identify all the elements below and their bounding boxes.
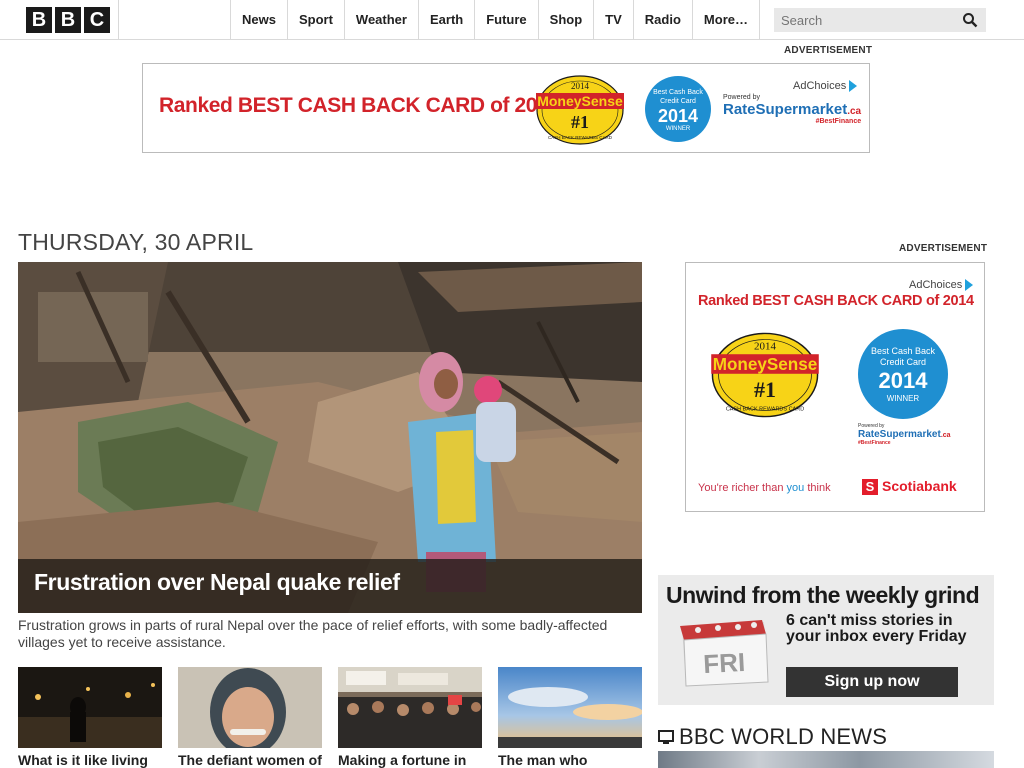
side-rsm-brand: RateSupermarket <box>858 429 941 440</box>
top-ad-label: ADVERTISEMENT <box>784 45 873 56</box>
side-ratesupermarket-logo: Powered by RateSupermarket.ca #BestFinan… <box>858 423 951 446</box>
side-ms-year: 2014 <box>754 340 777 352</box>
thumb-image-3 <box>338 667 482 748</box>
side-moneysense-badge: 2014 MoneySense #1 CASH BACK REWARDS CAR… <box>711 332 819 418</box>
search-icon[interactable] <box>962 12 978 28</box>
scotiabank-logo: S Scotiabank <box>862 478 957 495</box>
calendar-icon: FRI <box>680 620 769 687</box>
tagline-part-c: think <box>804 482 831 494</box>
world-news-title: BBC WORLD NEWS <box>679 724 888 749</box>
side-adchoices-label: AdChoices <box>909 279 963 291</box>
story-thumbnail-2[interactable] <box>178 667 322 748</box>
side-adchoices-icon <box>965 279 974 292</box>
thumb-image-4 <box>498 667 642 748</box>
main-nav: News Sport Weather Earth Future Shop TV … <box>230 0 760 40</box>
nav-item-radio[interactable]: Radio <box>632 0 692 40</box>
promo-subtitle: 6 can't miss stories in your inbox every… <box>786 612 967 645</box>
logo-letter-b1: B <box>26 7 52 33</box>
side-ms-rank: #1 <box>754 377 776 402</box>
hero-story[interactable]: Frustration over Nepal quake relief <box>18 262 642 613</box>
nav-item-more[interactable]: More… <box>691 0 760 40</box>
promo-title: Unwind from the weekly grind <box>666 582 980 608</box>
ms-rank: #1 <box>571 112 589 132</box>
nav-item-news[interactable]: News <box>230 0 287 40</box>
side-badge-year: 2014 <box>878 368 928 393</box>
search-input[interactable] <box>774 8 959 32</box>
logo-letter-c: C <box>84 7 110 33</box>
page-date: THURSDAY, 30 APRIL <box>18 229 254 255</box>
badge-line2: Credit Card <box>660 98 696 105</box>
side-rsm-hashtag: #BestFinance <box>858 440 891 446</box>
tagline-part-a: You're richer than <box>698 482 787 494</box>
scotiabank-brand: Scotiabank <box>882 478 957 494</box>
rsm-tld: .ca <box>847 106 862 117</box>
moneysense-badge: 2014 MoneySense #1 CASH BACK REWARDS CAR… <box>536 75 624 145</box>
hero-caption-overlay: Frustration over Nepal quake relief <box>18 559 642 613</box>
nav-item-sport[interactable]: Sport <box>286 0 344 40</box>
side-ad-headline: Ranked BEST CASH BACK CARD of 2014 <box>698 293 974 309</box>
world-news-header[interactable]: BBC WORLD NEWS <box>658 724 887 750</box>
hero-headline[interactable]: Frustration over Nepal quake relief <box>34 569 400 596</box>
nav-item-shop[interactable]: Shop <box>537 0 594 40</box>
side-ms-tag: CASH BACK REWARDS CARD <box>726 406 804 412</box>
powered-by-label: Powered by <box>723 94 760 101</box>
story-thumbnail-3[interactable] <box>338 667 482 748</box>
calendar-day-text: FRI <box>702 647 745 679</box>
nav-item-weather[interactable]: Weather <box>343 0 418 40</box>
newsletter-promo: Unwind from the weekly grind FRI 6 can't… <box>658 575 994 705</box>
nav-item-future[interactable]: Future <box>474 0 537 40</box>
scotiabank-tagline: You're richer than you think <box>698 482 831 494</box>
thumb-title-1[interactable]: What is it like living <box>18 752 148 768</box>
thumb-title-4[interactable]: The man who <box>498 752 587 768</box>
top-navigation-bar: B B C News Sport Weather Earth Future Sh… <box>0 0 1024 40</box>
thumb-title-2[interactable]: The defiant women of <box>178 752 322 768</box>
side-rsm-tld: .ca <box>940 432 951 439</box>
world-news-image[interactable] <box>658 751 994 768</box>
bbc-logo[interactable]: B B C <box>26 7 110 33</box>
nav-item-earth[interactable]: Earth <box>417 0 474 40</box>
side-adchoices-link[interactable]: AdChoices <box>909 279 974 292</box>
logo-letter-b2: B <box>55 7 81 33</box>
badge-tag: WINNER <box>665 126 691 132</box>
side-ad-label: ADVERTISEMENT <box>899 243 988 254</box>
ms-tag: CASH BACK REWARDS CARD <box>548 135 613 140</box>
ms-year: 2014 <box>571 81 590 91</box>
story-thumbnail-4[interactable] <box>498 667 642 748</box>
tagline-part-b: you <box>786 482 805 494</box>
hero-summary: Frustration grows in parts of rural Nepa… <box>18 617 608 650</box>
side-badge-line1: Best Cash Back <box>870 346 936 356</box>
side-ms-brand: MoneySense <box>713 355 818 374</box>
thumb-title-3[interactable]: Making a fortune in <box>338 752 466 768</box>
badge-year: 2014 <box>657 106 699 126</box>
nav-item-tv[interactable]: TV <box>593 0 633 40</box>
adchoices-label: AdChoices <box>793 80 847 92</box>
ms-brand: MoneySense <box>537 93 623 109</box>
best-cashback-badge: Best Cash Back Credit Card 2014 WINNER <box>645 76 711 142</box>
top-ad-headline: Ranked BEST CASH BACK CARD of 2014 <box>159 94 560 117</box>
badge-line1: Best Cash Back <box>653 89 703 96</box>
thumb-image-2 <box>178 667 322 748</box>
rsm-hashtag: #BestFinance <box>815 118 862 125</box>
logo-divider <box>118 0 119 40</box>
search-box <box>774 8 986 32</box>
ratesupermarket-logo: Powered by RateSupermarket.ca #BestFinan… <box>723 94 861 125</box>
side-badge-line2: Credit Card <box>879 357 926 367</box>
tv-icon <box>658 730 674 744</box>
thumb-image-1 <box>18 667 162 748</box>
scotiabank-s-icon: S <box>862 479 878 495</box>
story-thumbnail-1[interactable] <box>18 667 162 748</box>
side-advertisement[interactable]: AdChoices Ranked BEST CASH BACK CARD of … <box>685 262 985 512</box>
sign-up-button[interactable]: Sign up now <box>786 667 958 697</box>
adchoices-link[interactable]: AdChoices <box>793 80 858 93</box>
side-best-cashback-badge: Best Cash Back Credit Card 2014 WINNER <box>858 329 948 419</box>
rsm-brand: RateSupermarket <box>723 101 848 118</box>
side-badge-tag: WINNER <box>886 394 920 403</box>
adchoices-icon <box>849 80 858 93</box>
top-advertisement[interactable]: Ranked BEST CASH BACK CARD of 2014 2014 … <box>142 63 870 153</box>
